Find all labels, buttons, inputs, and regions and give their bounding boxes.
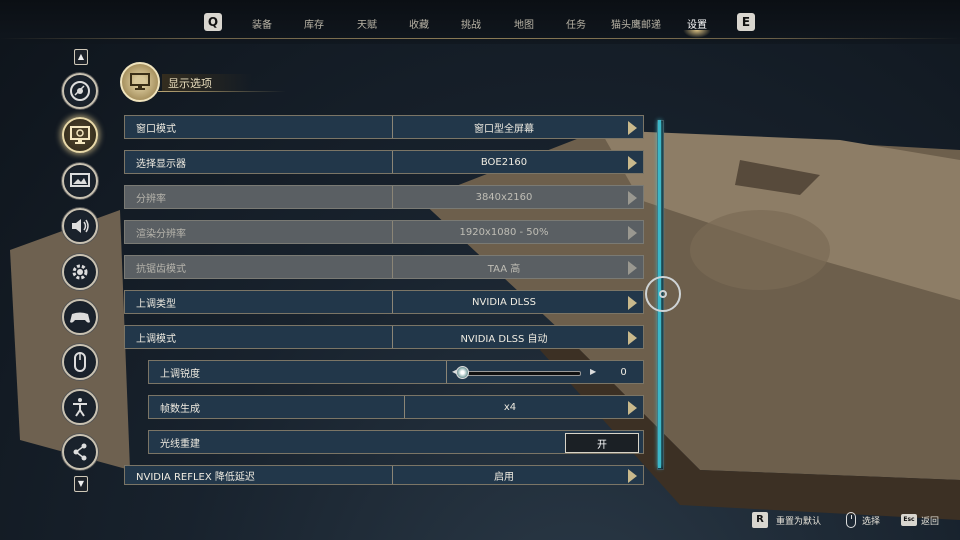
section-title: 显示选项: [162, 74, 252, 92]
setting-upscale-type[interactable]: 上调类型 NVIDIA DLSS: [124, 290, 644, 314]
section-badge: [120, 62, 160, 102]
chevron-right-icon[interactable]: [628, 296, 637, 310]
setting-ray-reconstruction[interactable]: 光线重建 开: [148, 430, 644, 454]
ray-reconstruction-toggle[interactable]: 开: [565, 433, 639, 453]
sidebar-item-controller[interactable]: [62, 299, 98, 335]
row-divider: [446, 361, 447, 383]
chevron-right-icon: [628, 226, 637, 240]
sharpness-slider-track[interactable]: [461, 371, 581, 376]
chevron-right-icon: [628, 261, 637, 275]
nav-prev-key[interactable]: Q: [204, 13, 222, 31]
setting-label: NVIDIA REFLEX 降低延迟: [136, 471, 255, 483]
chevron-right-icon[interactable]: [628, 156, 637, 170]
reset-key-icon[interactable]: R: [752, 512, 768, 528]
tab-challenges[interactable]: 挑战: [461, 16, 481, 31]
setting-frame-generation[interactable]: 帧数生成 x4: [148, 395, 644, 419]
setting-label: 抗锯齿模式: [136, 263, 186, 275]
tab-equipment[interactable]: 装备: [252, 16, 272, 31]
setting-nvidia-reflex[interactable]: NVIDIA REFLEX 降低延迟 启用: [124, 465, 644, 485]
accessibility-icon: [73, 398, 87, 417]
setting-label: 上调锐度: [160, 368, 200, 380]
sidebar-item-social[interactable]: [62, 434, 98, 470]
social-icon: [73, 443, 87, 461]
tab-collections[interactable]: 收藏: [409, 16, 429, 31]
setting-upscale-mode[interactable]: 上调模式 NVIDIA DLSS 自动: [124, 325, 644, 349]
setting-monitor[interactable]: 选择显示器 BOE2160: [124, 150, 644, 174]
sidebar-item-accessibility[interactable]: [62, 389, 98, 425]
setting-label: 窗口模式: [136, 123, 176, 135]
setting-upscale-sharpness[interactable]: 上调锐度 ◀ ▶ 0: [148, 360, 644, 384]
audio-icon: [72, 219, 89, 233]
tab-talents[interactable]: 天赋: [357, 16, 377, 31]
setting-label: 光线重建: [160, 438, 200, 450]
graphics-icon: [70, 173, 90, 187]
reset-default-button[interactable]: 重置为默认: [776, 514, 821, 527]
tab-map[interactable]: 地图: [514, 16, 534, 31]
display-icon: [70, 126, 90, 144]
sidebar-down-arrow-icon[interactable]: ▼: [74, 476, 88, 492]
disc-icon: [70, 81, 90, 101]
sidebar-item-audio[interactable]: [62, 208, 98, 244]
setting-label: 选择显示器: [136, 158, 186, 170]
setting-value: x4: [503, 401, 517, 413]
setting-window-mode[interactable]: 窗口模式 窗口型全屏幕: [124, 115, 644, 139]
controller-icon: [70, 312, 90, 323]
setting-value: 启用: [494, 471, 514, 483]
chevron-right-icon[interactable]: [628, 469, 637, 483]
back-button[interactable]: 返回: [921, 514, 939, 527]
setting-value: TAA 高: [487, 263, 521, 275]
mouse-icon: [74, 352, 86, 372]
setting-value: NVIDIA DLSS 自动: [460, 333, 548, 345]
section-underline: [158, 91, 286, 92]
select-hint[interactable]: 选择: [862, 514, 880, 527]
setting-value: 0: [620, 366, 627, 378]
setting-label: 分辨率: [136, 193, 166, 205]
chevron-right-icon: [628, 191, 637, 205]
tab-settings[interactable]: 设置: [683, 16, 711, 38]
chevron-right-icon[interactable]: [628, 121, 637, 135]
esc-key-icon[interactable]: Esc: [901, 514, 917, 526]
chevron-right-icon[interactable]: [628, 331, 637, 345]
setting-label: 上调模式: [136, 333, 176, 345]
setting-value: 窗口型全屏幕: [474, 123, 534, 135]
monitor-icon: [130, 73, 150, 90]
nav-divider: [0, 38, 960, 39]
setting-anti-aliasing: 抗锯齿模式 TAA 高: [124, 255, 644, 279]
sidebar-item-gameplay[interactable]: [62, 254, 98, 290]
top-navigation: Q 装备 库存 天赋 收藏 挑战 地图 任务 猫头鹰邮递 设置 E: [0, 0, 960, 44]
sidebar-item-disc[interactable]: [62, 73, 98, 109]
tab-inventory[interactable]: 库存: [304, 16, 324, 31]
setting-resolution: 分辨率 3840x2160: [124, 185, 644, 209]
setting-render-resolution: 渲染分辨率 1920x1080 - 50%: [124, 220, 644, 244]
scrollbar-thumb[interactable]: [645, 276, 681, 312]
nav-next-key[interactable]: E: [737, 13, 755, 31]
sidebar-item-display[interactable]: [62, 117, 98, 153]
setting-value: 3840x2160: [475, 191, 533, 203]
tab-owl-post[interactable]: 猫头鹰邮递: [611, 16, 661, 31]
setting-value: NVIDIA DLSS: [472, 296, 536, 308]
sharpness-slider-knob[interactable]: [456, 366, 469, 379]
tab-quests[interactable]: 任务: [566, 16, 586, 31]
setting-value: 1920x1080 - 50%: [459, 226, 549, 238]
sidebar-item-graphics[interactable]: [62, 163, 98, 199]
sidebar-up-arrow-icon[interactable]: ▲: [74, 49, 88, 65]
setting-value: BOE2160: [480, 156, 528, 168]
sidebar-item-mouse[interactable]: [62, 344, 98, 380]
mouse-select-icon: [846, 512, 856, 528]
setting-label: 渲染分辨率: [136, 228, 186, 240]
setting-label: 上调类型: [136, 298, 176, 310]
setting-label: 帧数生成: [160, 403, 200, 415]
slider-right-icon[interactable]: ▶: [590, 367, 596, 376]
chevron-right-icon[interactable]: [628, 401, 637, 415]
gameplay-gear-icon: [72, 264, 88, 280]
